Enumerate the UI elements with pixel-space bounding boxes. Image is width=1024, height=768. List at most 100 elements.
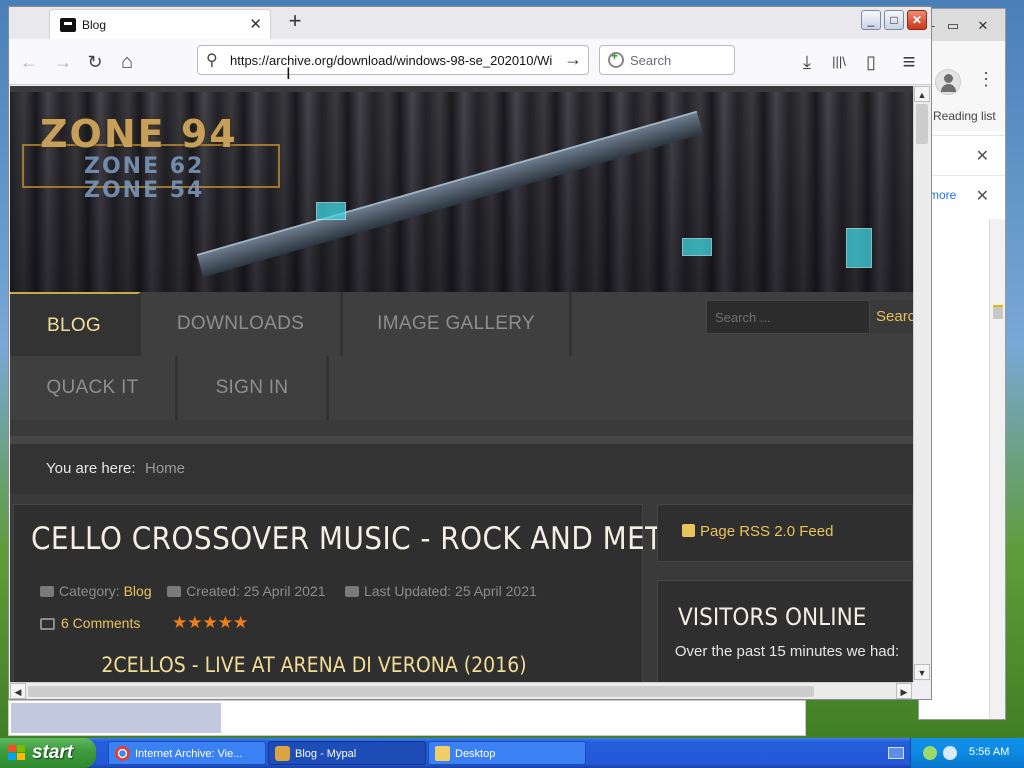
new-tab-button[interactable]: + (283, 10, 307, 34)
reload-button[interactable]: ↻ (81, 48, 109, 76)
volume-icon[interactable] (943, 746, 957, 760)
site-search-button[interactable]: Search (870, 300, 913, 334)
background-scroll-thumb[interactable] (993, 305, 1003, 319)
back-button[interactable]: ← (15, 48, 43, 76)
category-link[interactable]: Blog (124, 583, 152, 599)
forward-button[interactable]: → (49, 48, 77, 76)
vertical-scrollbar[interactable]: ▲ ▼ (913, 86, 930, 682)
maximize-button[interactable]: □ (884, 10, 904, 30)
start-label: start (32, 742, 74, 763)
rating-stars[interactable]: ★★★★★ (172, 613, 248, 633)
horizontal-scroll-thumb[interactable] (28, 686, 814, 697)
menu-item-blog[interactable]: BLOG (10, 292, 141, 356)
taskbar: start Internet Archive: Vie... Blog - My… (0, 738, 1024, 768)
folder-icon (40, 586, 54, 597)
browser-window: Blog ✕ + _ □ ✕ ← → ↻ ⌂ ⚲ https://archive… (8, 6, 932, 700)
web-page: ZONE 94 ZONE 62 ZONE 54 BLOG DOWNLOADS I… (10, 86, 913, 682)
reading-list-label[interactable]: Reading list (933, 109, 996, 123)
site-logo[interactable]: ZONE 94 (40, 112, 238, 156)
vertical-scroll-thumb[interactable] (916, 104, 928, 144)
library-icon[interactable]: |||\ (825, 48, 853, 76)
close-button[interactable]: ✕ (907, 10, 927, 30)
comments-link[interactable]: 6 Comments (40, 615, 140, 631)
main-menu-row-2: QUACK IT SIGN IN (10, 356, 913, 420)
visitors-online-box: VISITORS ONLINE Over the past 15 minutes… (657, 580, 913, 682)
taskbar-item-label: Desktop (455, 748, 496, 760)
selected-region (11, 703, 221, 733)
menu-item-quack-it[interactable]: QUACK IT (10, 356, 178, 420)
horizontal-scrollbar[interactable]: ◀ ▶ (10, 682, 913, 699)
breadcrumb-home: Home (145, 460, 186, 477)
scroll-down-arrow[interactable]: ▼ (914, 664, 930, 680)
go-arrow-icon[interactable]: → (564, 49, 582, 70)
breadcrumb: You are here: Home (10, 436, 913, 494)
close-icon[interactable]: ✕ (976, 146, 989, 166)
calendar-icon (344, 586, 359, 597)
taskbar-item-label: Internet Archive: Vie... (135, 748, 243, 760)
taskbar-item-desktop[interactable]: Desktop (428, 741, 586, 765)
network-icon[interactable] (923, 746, 937, 760)
more-link[interactable]: more (929, 188, 956, 202)
address-input[interactable]: https://archive.org/download/windows-98-… (230, 53, 560, 68)
chrome-icon (115, 746, 130, 761)
scroll-left-arrow[interactable]: ◀ (10, 683, 26, 699)
menu-item-image-gallery[interactable]: IMAGE GALLERY (343, 292, 572, 356)
tab-strip: Blog ✕ + _ □ ✕ (9, 7, 931, 39)
folder-icon (435, 746, 450, 761)
breadcrumb-label: You are here: (46, 460, 136, 477)
sidebar-icon[interactable]: ▯ (857, 48, 885, 76)
taskbar-item-label: Blog - Mypal (295, 748, 357, 760)
article: CELLO CROSSOVER MUSIC - ROCK AND METAL C… (13, 504, 696, 682)
search-engine-icon[interactable] (608, 49, 624, 68)
logo-subtitle: ZONE 62 (84, 154, 205, 179)
banner-screen-graphic (846, 228, 872, 268)
downloads-icon[interactable]: ⤓ (793, 48, 821, 76)
menu-item-downloads[interactable]: DOWNLOADS (141, 292, 343, 356)
scroll-up-arrow[interactable]: ▲ (914, 86, 930, 102)
scroll-right-arrow[interactable]: ▶ (896, 683, 912, 699)
visitors-text: Over the past 15 minutes we had: (674, 643, 900, 660)
navigation-toolbar: ← → ↻ ⌂ ⚲ https://archive.org/download/w… (9, 39, 931, 85)
profile-avatar-icon[interactable] (935, 69, 961, 95)
background-scrollbar[interactable] (989, 219, 1005, 719)
rss-feed-link[interactable]: Page RSS 2.0 Feed (682, 523, 833, 540)
tab-close-icon[interactable]: ✕ (249, 15, 262, 33)
taskbar-item-blog-mypal[interactable]: Blog - Mypal (268, 741, 426, 765)
system-tray: 5:56 AM (910, 738, 1024, 768)
keyboard-icon[interactable] (888, 747, 904, 759)
category-label: Category: (59, 583, 120, 599)
comment-icon (40, 618, 55, 630)
banner-train-graphic (196, 110, 704, 278)
tab-blog[interactable]: Blog ✕ (49, 9, 271, 39)
article-title[interactable]: CELLO CROSSOVER MUSIC - ROCK AND METAL (31, 521, 696, 557)
address-bar[interactable]: ⚲ https://archive.org/download/windows-9… (197, 45, 589, 75)
search-input[interactable]: Search (630, 53, 671, 68)
site-search-input[interactable]: Search ... (706, 300, 870, 334)
header-banner-image: ZONE 94 ZONE 62 ZONE 54 (10, 92, 913, 292)
background-close-button[interactable]: ✕ (971, 17, 995, 35)
comments-count[interactable]: 6 Comments (61, 615, 140, 631)
calendar-icon (167, 586, 182, 597)
search-box[interactable]: Search (599, 45, 735, 75)
mypal-icon (275, 746, 290, 761)
search-icon: ⚲ (206, 52, 218, 69)
windows-flag-icon (8, 745, 26, 761)
article-meta: Category: Blog Created: 25 April 2021 La… (40, 583, 537, 599)
menu-item-sign-in[interactable]: SIGN IN (178, 356, 329, 420)
close-icon[interactable]: ✕ (976, 186, 989, 206)
kebab-menu-icon[interactable]: ⋮ (977, 67, 995, 91)
minimize-button[interactable]: _ (861, 10, 881, 30)
rss-box: Page RSS 2.0 Feed (657, 504, 913, 562)
home-button[interactable]: ⌂ (113, 48, 141, 76)
logo-subtitle: ZONE 54 (84, 178, 205, 203)
banner-screen-graphic (316, 202, 346, 220)
hamburger-menu-icon[interactable]: ≡ (895, 48, 923, 76)
background-window-strip (8, 700, 806, 736)
created-date: Created: 25 April 2021 (186, 583, 326, 599)
start-button[interactable]: start (0, 738, 96, 768)
background-restore-button[interactable]: ▭ (941, 17, 965, 35)
site-favicon-icon (60, 18, 76, 32)
taskbar-item-internet-archive[interactable]: Internet Archive: Vie... (108, 741, 266, 765)
clock[interactable]: 5:56 AM (969, 746, 1009, 758)
rss-feed-label[interactable]: Page RSS 2.0 Feed (700, 523, 833, 540)
